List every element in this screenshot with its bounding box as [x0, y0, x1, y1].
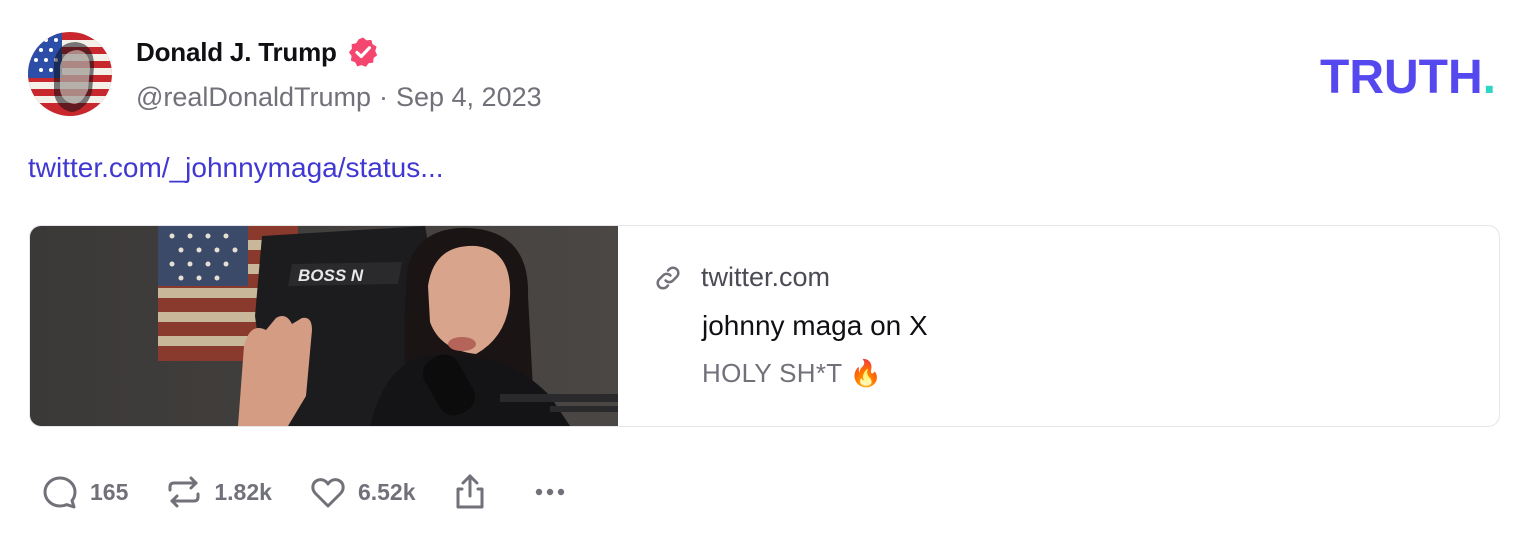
card-description: HOLY SH*T 🔥: [702, 358, 883, 388]
retruth-icon: [168, 476, 200, 508]
post-link[interactable]: twitter.com/_johnnymaga/status...: [28, 152, 444, 184]
retruth-button[interactable]: 1.82k: [164, 470, 272, 514]
action-bar: 165 1.82k 6.52k: [40, 470, 570, 514]
truth-logo-text: TRUTH: [1320, 51, 1483, 104]
svg-text:BOSS N: BOSS N: [298, 266, 364, 285]
link-preview-card[interactable]: BOSS N twitter.com johnny maga on X HOLY…: [29, 225, 1500, 427]
card-title: johnny maga on X: [702, 310, 928, 341]
author-display-name[interactable]: Donald J. Trump: [136, 37, 337, 68]
verified-badge-icon: [348, 37, 377, 67]
author-handle[interactable]: @realDonaldTrump: [136, 82, 371, 113]
avatar-image: [28, 32, 112, 116]
post-date[interactable]: Sep 4, 2023: [396, 82, 542, 113]
reply-icon: [43, 476, 77, 509]
card-domain: twitter.com: [701, 262, 831, 292]
truth-post: Donald J. Trump @realDonaldTrump · Sep 4…: [0, 0, 1522, 544]
share-button[interactable]: [450, 470, 490, 514]
link-icon: [656, 265, 680, 290]
card-domain-row: twitter.com: [653, 262, 830, 293]
reply-count: 165: [90, 478, 129, 505]
share-icon: [456, 474, 483, 509]
heart-icon: [311, 478, 345, 508]
card-thumbnail-image: BOSS N: [30, 226, 618, 426]
like-button[interactable]: 6.52k: [308, 470, 416, 514]
truth-logo[interactable]: TRUTH.: [1320, 50, 1496, 105]
card-thumbnail: BOSS N: [30, 226, 618, 426]
retruth-count: 1.82k: [214, 478, 272, 505]
like-count: 6.52k: [357, 478, 416, 505]
author-meta: @realDonaldTrump · Sep 4, 2023: [136, 82, 542, 113]
author-name-row: Donald J. Trump: [136, 34, 379, 70]
more-options-button[interactable]: [530, 470, 570, 514]
card-body: twitter.com johnny maga on X HOLY SH*T 🔥: [618, 226, 1499, 426]
author-avatar[interactable]: [28, 32, 112, 116]
truth-logo-dot: .: [1482, 51, 1496, 104]
reply-button[interactable]: 165: [40, 470, 128, 514]
meta-separator: ·: [379, 82, 388, 112]
more-horizontal-icon: [535, 488, 564, 496]
